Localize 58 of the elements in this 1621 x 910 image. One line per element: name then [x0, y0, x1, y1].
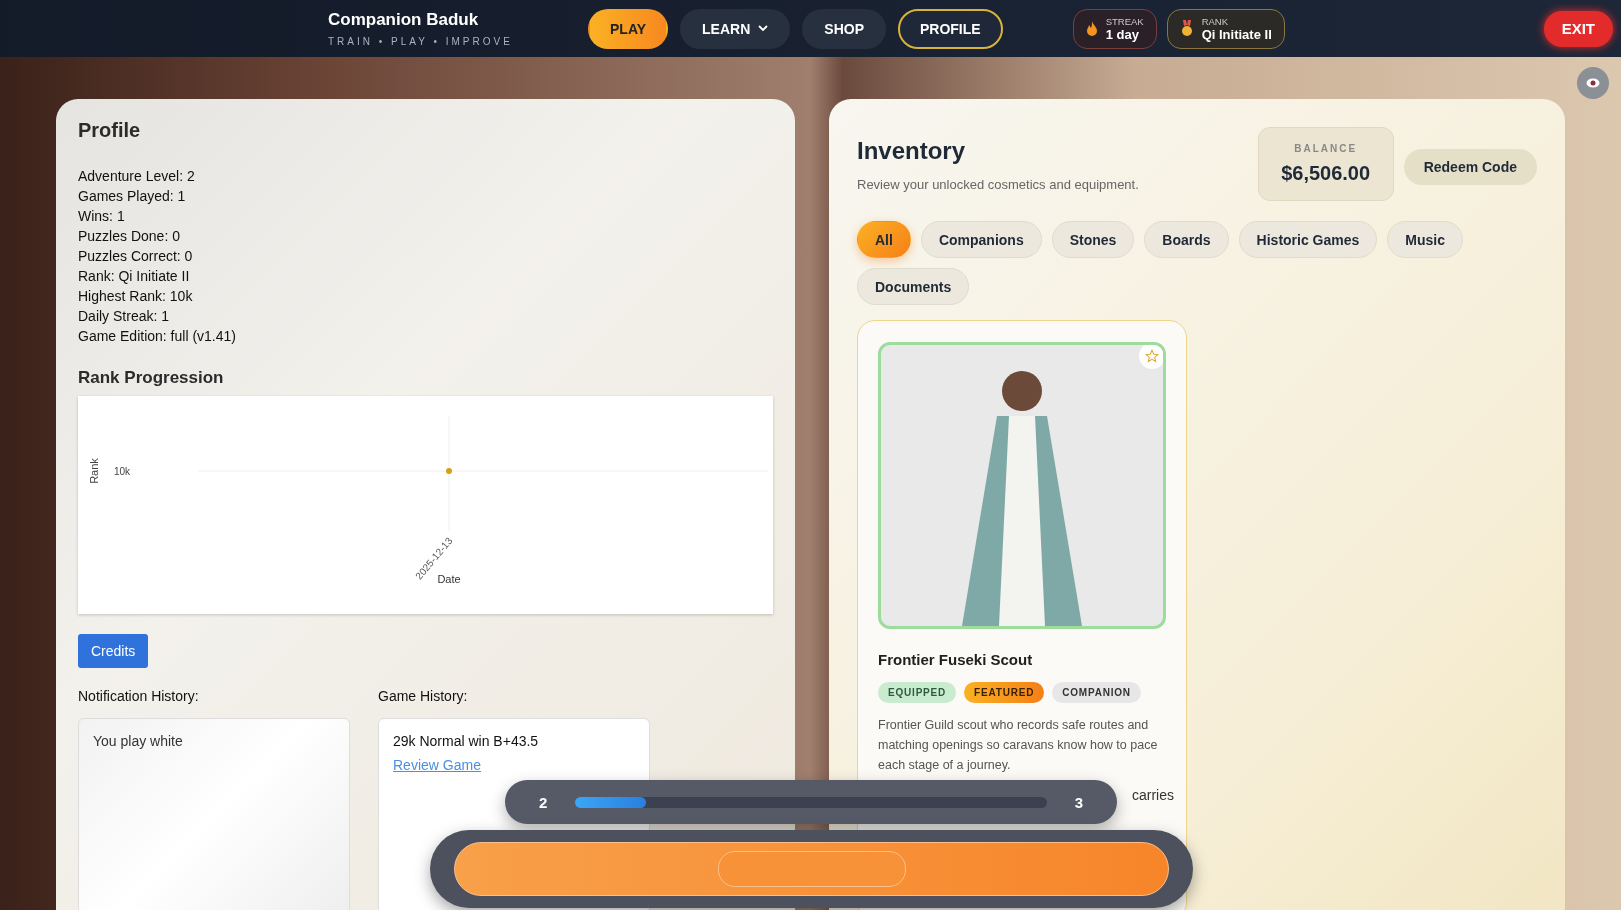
stat-line: Rank: Qi Initiate II [78, 268, 191, 284]
nav-tab[interactable]: PLAY [588, 8, 669, 49]
stat-line: Highest Rank: 10k [78, 288, 194, 304]
item-title: Frontier Fuseki Scout [878, 651, 1034, 668]
redeem-code-button[interactable]: Redeem Code [1403, 149, 1537, 185]
chip-value: Qi Initiate II [1201, 26, 1272, 42]
section-label: Notification History: [78, 688, 200, 704]
stat-line: Adventure Level: 2 [78, 168, 196, 184]
level-number: 2 [539, 793, 548, 811]
balance-label: BALANCE [1294, 143, 1358, 154]
item-description: Frontier Guild scout who records safe routes and matching openings so caravans know how to pace each stage of a journey. [878, 717, 1159, 774]
exit-button[interactable]: EXIT [1543, 10, 1613, 47]
caret-icon [758, 25, 769, 32]
stat-line: Wins: 1 [78, 208, 126, 224]
chip-label: STREAK [1105, 15, 1144, 27]
favorite-button[interactable] [1139, 345, 1163, 369]
eye-button[interactable] [1577, 67, 1609, 99]
app-title: Companion Baduk [328, 10, 480, 30]
balance-value: $6,506.00 [1281, 162, 1371, 185]
star-icon [1145, 349, 1159, 363]
level-number: 3 [1074, 793, 1083, 811]
panel-subtitle: Review your unlocked cosmetics and equipment. [857, 177, 1139, 192]
credits-button[interactable]: Credits [78, 634, 149, 668]
game-result: 29k Normal win B+43.5 [393, 733, 540, 749]
chip-value: 1 day [1105, 26, 1140, 42]
nav-tab[interactable]: LEARN [680, 8, 791, 49]
filter-tab[interactable]: Companions [920, 221, 1042, 258]
filter-tab[interactable]: All [857, 221, 911, 258]
stat-line: Game Edition: full (v1.41) [78, 328, 237, 344]
filter-tab[interactable]: Historic Games [1238, 221, 1378, 258]
stat-line: Puzzles Done: 0 [78, 228, 181, 244]
axis-title: Rank [88, 458, 100, 484]
stat-line: Games Played: 1 [78, 188, 187, 204]
app-tagline: TRAIN • PLAY • IMPROVE [328, 36, 514, 47]
filter-tab[interactable]: Boards [1144, 221, 1229, 258]
filter-tab[interactable]: Documents [857, 268, 970, 305]
type-tag: COMPANION [1052, 682, 1141, 703]
nav-tab[interactable]: SHOP [802, 8, 886, 49]
medal-icon [1179, 19, 1194, 38]
nav-tab[interactable]: PROFILE [898, 8, 1003, 49]
equipped-tag: EQUIPPED [878, 682, 957, 703]
data-point [446, 468, 452, 474]
stat-line: Daily Streak: 1 [78, 308, 171, 324]
action-slider[interactable] [454, 842, 1169, 896]
chip-label: RANK [1201, 15, 1230, 27]
slider-handle[interactable] [717, 851, 906, 887]
featured-tag: FEATURED [964, 682, 1045, 703]
filter-tab[interactable]: Music [1387, 221, 1463, 258]
section-heading: Rank Progression [78, 368, 225, 388]
flame-icon [1085, 20, 1098, 37]
panel-heading: Profile [78, 119, 142, 142]
tick-label: 10k [114, 466, 131, 477]
filter-tab[interactable]: Stones [1051, 221, 1135, 258]
eye-icon [1586, 78, 1600, 88]
section-label: Game History: [378, 688, 469, 704]
notification-text: You play white [93, 733, 184, 749]
panel-heading: Inventory [857, 137, 967, 165]
stat-line: Puzzles Correct: 0 [78, 248, 194, 264]
